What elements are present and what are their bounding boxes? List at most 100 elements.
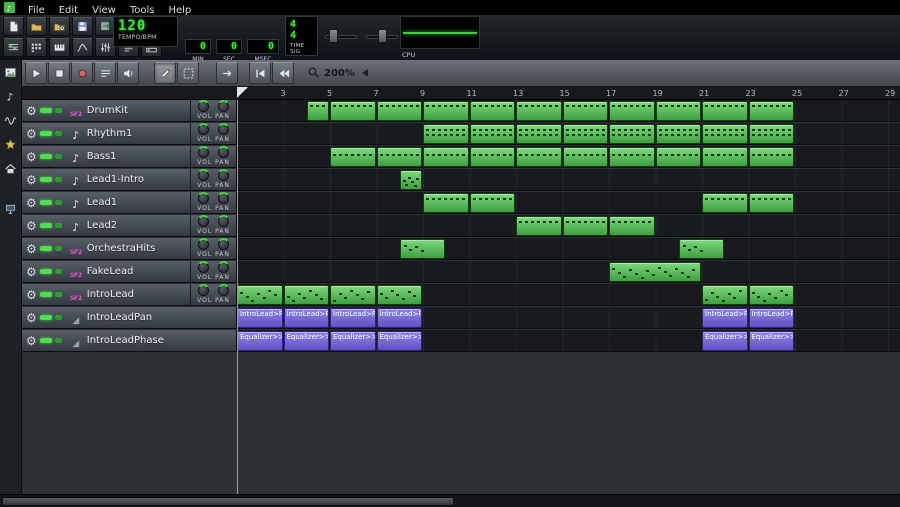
track-settings-icon[interactable]: ⚙ bbox=[26, 243, 37, 255]
menu-edit[interactable]: Edit bbox=[52, 5, 85, 16]
pattern-segment[interactable] bbox=[609, 262, 701, 282]
pattern-segment[interactable] bbox=[423, 193, 469, 213]
loop-marker-button[interactable] bbox=[94, 62, 116, 84]
pattern-segment[interactable] bbox=[655, 101, 701, 121]
master-volume-slider[interactable] bbox=[323, 20, 359, 48]
pattern-segment[interactable] bbox=[399, 170, 422, 190]
mute-led[interactable] bbox=[39, 292, 52, 297]
automation-segment[interactable]: IntroLead>P bbox=[283, 308, 329, 328]
track-name[interactable]: IntroLead bbox=[87, 289, 190, 300]
pattern-segment[interactable] bbox=[330, 101, 376, 121]
pattern-segment[interactable] bbox=[516, 147, 562, 167]
track-settings-icon[interactable]: ⚙ bbox=[26, 105, 37, 117]
scrollbar-handle[interactable] bbox=[2, 497, 454, 506]
sidebar-samples[interactable] bbox=[2, 112, 19, 129]
mute-led[interactable] bbox=[39, 269, 52, 274]
menu-help[interactable]: Help bbox=[161, 5, 198, 16]
mute-led[interactable] bbox=[39, 154, 52, 159]
pattern-segment[interactable] bbox=[376, 101, 422, 121]
mute-led[interactable] bbox=[39, 315, 52, 320]
solo-led[interactable] bbox=[54, 246, 62, 251]
pan-knob[interactable] bbox=[217, 123, 230, 135]
track-settings-icon[interactable]: ⚙ bbox=[26, 151, 37, 163]
pan-knob[interactable] bbox=[217, 100, 230, 112]
tempo-display[interactable]: 120 TEMPO/BPM bbox=[113, 16, 178, 47]
menu-file[interactable]: File bbox=[21, 5, 52, 16]
pattern-segment[interactable] bbox=[399, 239, 446, 259]
pattern-segment[interactable] bbox=[330, 285, 376, 305]
sidebar-home[interactable] bbox=[2, 160, 19, 177]
sidebar-presets[interactable] bbox=[2, 136, 19, 153]
forward-button[interactable] bbox=[216, 62, 238, 84]
track-settings-icon[interactable]: ⚙ bbox=[26, 312, 37, 324]
automation-editor-toggle[interactable] bbox=[72, 38, 93, 57]
pattern-segment[interactable] bbox=[562, 101, 608, 121]
pattern-segment[interactable] bbox=[376, 285, 422, 305]
track-settings-icon[interactable]: ⚙ bbox=[26, 289, 37, 301]
volume-knob[interactable] bbox=[197, 284, 210, 296]
pattern-segment[interactable] bbox=[562, 216, 608, 236]
pattern-segment[interactable] bbox=[469, 147, 515, 167]
menu-tools[interactable]: Tools bbox=[123, 5, 162, 16]
recent-projects-button[interactable] bbox=[49, 17, 70, 36]
track-settings-icon[interactable]: ⚙ bbox=[26, 335, 37, 347]
pattern-segment[interactable] bbox=[655, 147, 701, 167]
volume-knob[interactable] bbox=[197, 261, 210, 273]
track-lane[interactable] bbox=[237, 215, 900, 237]
menu-view[interactable]: View bbox=[85, 5, 123, 16]
pattern-segment[interactable] bbox=[306, 101, 329, 121]
pattern-segment[interactable] bbox=[748, 101, 794, 121]
zoom-level[interactable]: 200% bbox=[324, 68, 355, 79]
solo-led[interactable] bbox=[54, 315, 62, 320]
new-project-button[interactable] bbox=[3, 17, 24, 36]
track-settings-icon[interactable]: ⚙ bbox=[26, 197, 37, 209]
pattern-segment[interactable] bbox=[702, 101, 748, 121]
track-name[interactable]: Lead1 bbox=[87, 197, 190, 208]
pattern-segment[interactable] bbox=[702, 193, 748, 213]
track-name[interactable]: FakeLead bbox=[87, 266, 190, 277]
volume-knob[interactable] bbox=[197, 215, 210, 227]
timeline-ruler[interactable]: 3 5 7 9 11 13 15 17 19 21 23 25 27 29 bbox=[22, 87, 900, 100]
piano-roll-toggle[interactable] bbox=[49, 38, 70, 57]
solo-led[interactable] bbox=[54, 108, 62, 113]
pattern-segment[interactable] bbox=[283, 285, 329, 305]
automation-segment[interactable]: IntroLead>P bbox=[237, 308, 283, 328]
solo-led[interactable] bbox=[54, 292, 62, 297]
pattern-segment[interactable] bbox=[516, 216, 562, 236]
pattern-segment[interactable] bbox=[748, 285, 794, 305]
volume-knob[interactable] bbox=[197, 192, 210, 204]
track-lane[interactable]: Equalizer>>| Equalizer>>| Equalizer>>| Equa… bbox=[237, 330, 900, 352]
save-project-button[interactable] bbox=[72, 17, 93, 36]
song-editor-toggle[interactable] bbox=[3, 38, 24, 57]
pattern-segment[interactable] bbox=[609, 147, 655, 167]
track-name[interactable]: Rhythm1 bbox=[87, 128, 190, 139]
solo-led[interactable] bbox=[54, 269, 62, 274]
automation-segment[interactable]: IntroLead>P bbox=[702, 308, 748, 328]
track-settings-icon[interactable]: ⚙ bbox=[26, 174, 37, 186]
back-to-start-button[interactable] bbox=[249, 62, 271, 84]
sidebar-my-projects[interactable]: ♪ bbox=[2, 88, 19, 105]
track-lane[interactable] bbox=[237, 146, 900, 168]
track-name[interactable]: Bass1 bbox=[87, 151, 190, 162]
pattern-segment[interactable] bbox=[423, 147, 469, 167]
pan-knob[interactable] bbox=[217, 215, 230, 227]
automation-segment[interactable]: IntroLead>P bbox=[748, 308, 794, 328]
pattern-segment[interactable] bbox=[748, 193, 794, 213]
record-button[interactable] bbox=[71, 62, 93, 84]
draw-mode-button[interactable] bbox=[154, 62, 176, 84]
pattern-segment[interactable] bbox=[678, 239, 725, 259]
volume-knob[interactable] bbox=[197, 100, 210, 112]
solo-led[interactable] bbox=[54, 131, 62, 136]
master-volume-handle[interactable] bbox=[329, 29, 338, 43]
pan-knob[interactable] bbox=[217, 146, 230, 158]
pattern-segment[interactable] bbox=[469, 124, 515, 144]
volume-knob[interactable] bbox=[197, 169, 210, 181]
track-lane[interactable] bbox=[237, 284, 900, 306]
zoom-dropdown-icon[interactable] bbox=[361, 69, 368, 77]
open-project-button[interactable] bbox=[26, 17, 47, 36]
pattern-segment[interactable] bbox=[516, 124, 562, 144]
zoom-control[interactable]: 200% bbox=[307, 64, 368, 83]
solo-led[interactable] bbox=[54, 177, 62, 182]
sidebar-instruments[interactable] bbox=[2, 64, 19, 81]
pan-knob[interactable] bbox=[217, 192, 230, 204]
